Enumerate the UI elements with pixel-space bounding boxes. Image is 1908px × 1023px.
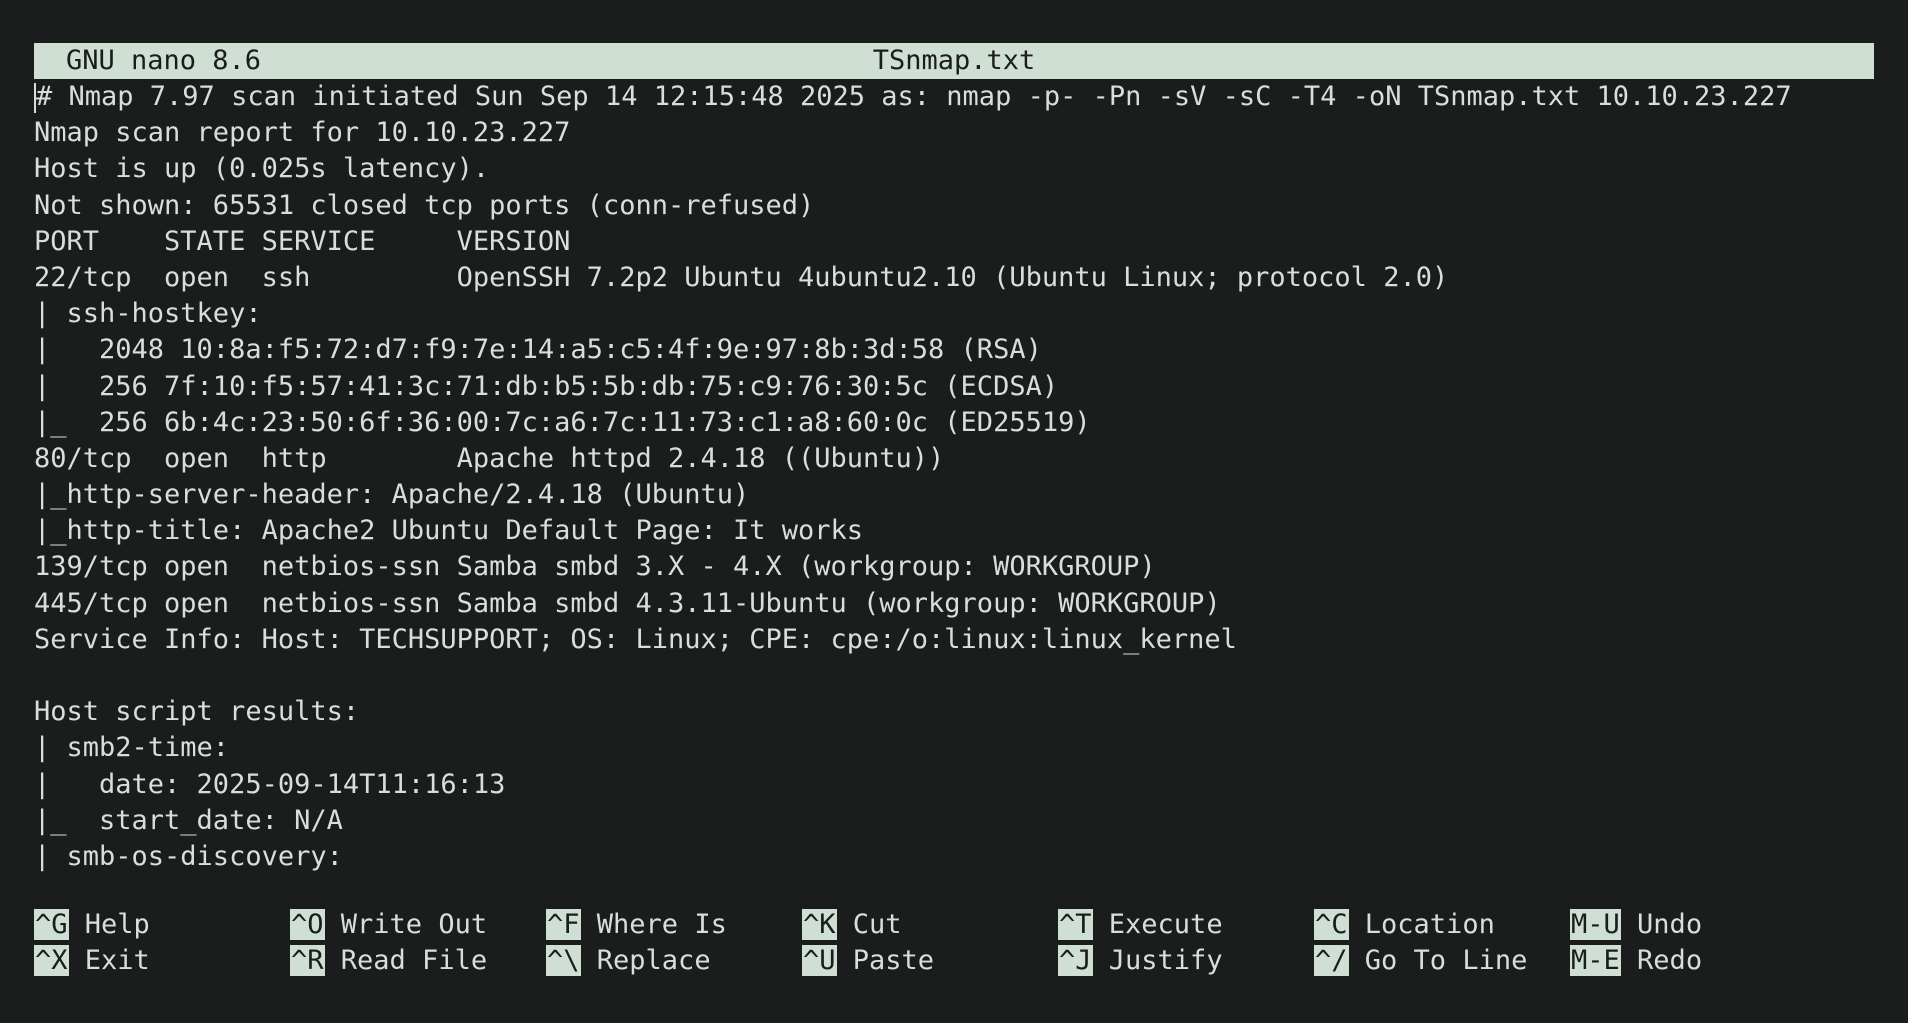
shortcut-key: ^X — [34, 945, 69, 976]
editor-line[interactable]: Not shown: 65531 closed tcp ports (conn-… — [34, 188, 1874, 224]
shortcut-row: ^G Help ^O Write Out ^F Where Is ^K Cut … — [34, 907, 1874, 943]
editor-line[interactable]: |_http-server-header: Apache/2.4.18 (Ubu… — [34, 477, 1874, 513]
editor-line[interactable]: Service Info: Host: TECHSUPPORT; OS: Lin… — [34, 622, 1874, 658]
shortcut-label: Replace — [596, 945, 711, 976]
shortcut-label: Exit — [84, 945, 150, 976]
shortcut-go-to-line[interactable]: ^/ Go To Line — [1314, 943, 1527, 979]
shortcut-key: ^F — [546, 909, 581, 940]
shortcut-paste[interactable]: ^U Paste — [802, 943, 934, 979]
shortcut-label: Redo — [1637, 945, 1703, 976]
file-name-label: TSnmap.txt — [872, 45, 1036, 76]
editor-line[interactable]: | 256 7f:10:f5:57:41:3c:71:db:b5:5b:db:7… — [34, 369, 1874, 405]
shortcut-replace[interactable]: ^\ Replace — [546, 943, 711, 979]
shortcut-key: ^K — [802, 909, 837, 940]
shortcut-label: Justify — [1108, 945, 1223, 976]
editor-line[interactable]: |_ start_date: N/A — [34, 803, 1874, 839]
editor-line[interactable]: Host is up (0.025s latency). — [34, 151, 1874, 187]
editor-line[interactable]: | 2048 10:8a:f5:72:d7:f9:7e:14:a5:c5:4f:… — [34, 332, 1874, 368]
editor-line[interactable] — [34, 658, 1874, 694]
shortcut-redo[interactable]: M-E Redo — [1570, 943, 1702, 979]
shortcut-help[interactable]: ^G Help — [34, 907, 150, 943]
shortcut-label: Go To Line — [1364, 945, 1528, 976]
editor-line[interactable]: |_http-title: Apache2 Ubuntu Default Pag… — [34, 513, 1874, 549]
editor-line[interactable]: Nmap scan report for 10.10.23.227 — [34, 115, 1874, 151]
shortcut-key: M-U — [1570, 909, 1621, 940]
shortcut-key: ^O — [290, 909, 325, 940]
editor-line[interactable]: 80/tcp open http Apache httpd 2.4.18 ((U… — [34, 441, 1874, 477]
editor-line[interactable]: Host script results: — [34, 694, 1874, 730]
shortcut-execute[interactable]: ^T Execute — [1058, 907, 1223, 943]
shortcut-justify[interactable]: ^J Justify — [1058, 943, 1223, 979]
editor-line[interactable]: | date: 2025-09-14T11:16:13 — [34, 767, 1874, 803]
shortcut-where-is[interactable]: ^F Where Is — [546, 907, 727, 943]
shortcut-label: Cut — [852, 909, 902, 940]
terminal-window: GNU nano 8.6 TSnmap.txt # Nmap 7.97 scan… — [0, 0, 1908, 1023]
shortcut-row: ^X Exit ^R Read File ^\ Replace ^U Paste… — [34, 943, 1874, 979]
editor-line[interactable]: | ssh-hostkey: — [34, 296, 1874, 332]
shortcut-label: Paste — [852, 945, 935, 976]
shortcut-label: Write Out — [340, 909, 488, 940]
shortcut-key: ^U — [802, 945, 837, 976]
editor-line[interactable]: | smb-os-discovery: — [34, 839, 1874, 875]
shortcut-location[interactable]: ^C Location — [1314, 907, 1495, 943]
editor-line[interactable]: 139/tcp open netbios-ssn Samba smbd 3.X … — [34, 549, 1874, 585]
shortcut-bar: ^G Help ^O Write Out ^F Where Is ^K Cut … — [34, 907, 1874, 979]
editor-line[interactable]: | smb2-time: — [34, 730, 1874, 766]
shortcut-label: Where Is — [596, 909, 727, 940]
shortcut-key: ^C — [1314, 909, 1349, 940]
shortcut-undo[interactable]: M-U Undo — [1570, 907, 1702, 943]
editor-line[interactable]: PORT STATE SERVICE VERSION — [34, 224, 1874, 260]
shortcut-label: Location — [1364, 909, 1495, 940]
shortcut-label: Undo — [1637, 909, 1703, 940]
editor-text-area[interactable]: # Nmap 7.97 scan initiated Sun Sep 14 12… — [34, 79, 1874, 875]
shortcut-key: ^J — [1058, 945, 1093, 976]
editor-line[interactable]: 445/tcp open netbios-ssn Samba smbd 4.3.… — [34, 586, 1874, 622]
shortcut-key: ^/ — [1314, 945, 1349, 976]
editor-line[interactable]: # Nmap 7.97 scan initiated Sun Sep 14 12… — [34, 79, 1874, 115]
shortcut-exit[interactable]: ^X Exit — [34, 943, 150, 979]
shortcut-label: Read File — [340, 945, 488, 976]
shortcut-key: ^\ — [546, 945, 581, 976]
shortcut-key: ^G — [34, 909, 69, 940]
shortcut-label: Help — [84, 909, 150, 940]
shortcut-key: M-E — [1570, 945, 1621, 976]
shortcut-cut[interactable]: ^K Cut — [802, 907, 902, 943]
editor-line[interactable]: 22/tcp open ssh OpenSSH 7.2p2 Ubuntu 4ub… — [34, 260, 1874, 296]
shortcut-key: ^R — [290, 945, 325, 976]
editor-line[interactable]: |_ 256 6b:4c:23:50:6f:36:00:7c:a6:7c:11:… — [34, 405, 1874, 441]
nano-title-bar: GNU nano 8.6 TSnmap.txt — [34, 43, 1874, 79]
editor-line-text: # Nmap 7.97 scan initiated Sun Sep 14 12… — [36, 81, 1792, 112]
shortcut-read-file[interactable]: ^R Read File — [290, 943, 487, 979]
shortcut-label: Execute — [1108, 909, 1223, 940]
shortcut-write-out[interactable]: ^O Write Out — [290, 907, 487, 943]
shortcut-key: ^T — [1058, 909, 1093, 940]
